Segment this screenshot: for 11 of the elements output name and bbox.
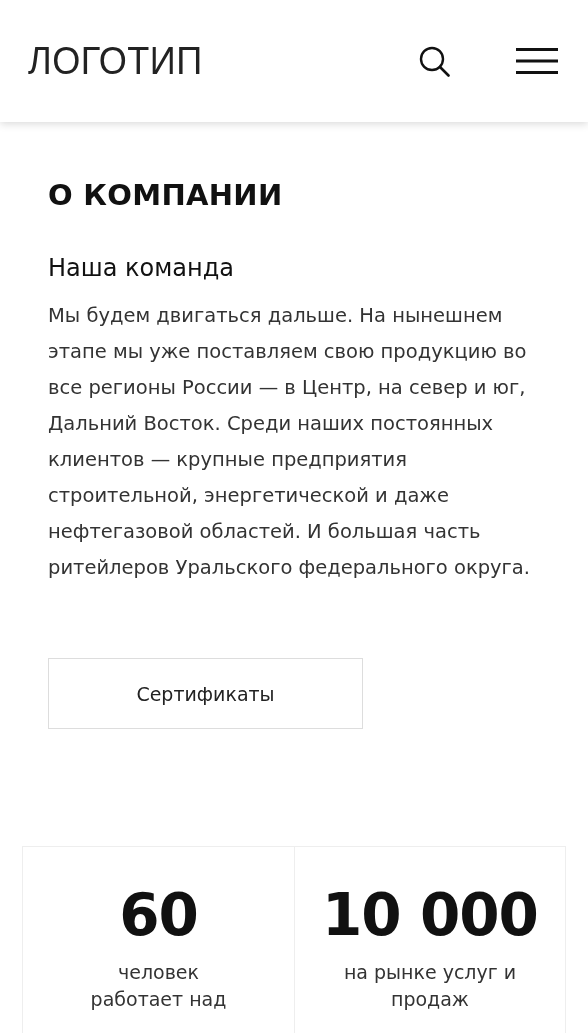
- section-subtitle: Наша команда: [48, 254, 236, 282]
- section-title: О КОМПАНИИ: [48, 178, 284, 212]
- search-icon[interactable]: [419, 45, 450, 77]
- stat-label: человек работает над: [89, 960, 228, 1012]
- certificates-button[interactable]: Сертификаты: [48, 658, 363, 729]
- about-paragraph: Мы будем двигаться дальше. На нынешнем этапе мы уже поставляем свою продукцию во все регионы России — в Центр, на север и юг, Дальний Восток. Среди наших постоянных клиентов — крупные предприятия строительной, энергетической и даже нефтегазовой областей. И большая часть ритейлеров Уральского федерального округа.: [48, 303, 531, 581]
- menu-icon[interactable]: [516, 48, 558, 74]
- stat-value: 60: [119, 881, 198, 949]
- logo[interactable]: ЛОГОТИП: [28, 39, 400, 83]
- stat-value: 10 000: [322, 881, 538, 949]
- stat-label: на рынке услуг и продаж: [342, 960, 518, 1012]
